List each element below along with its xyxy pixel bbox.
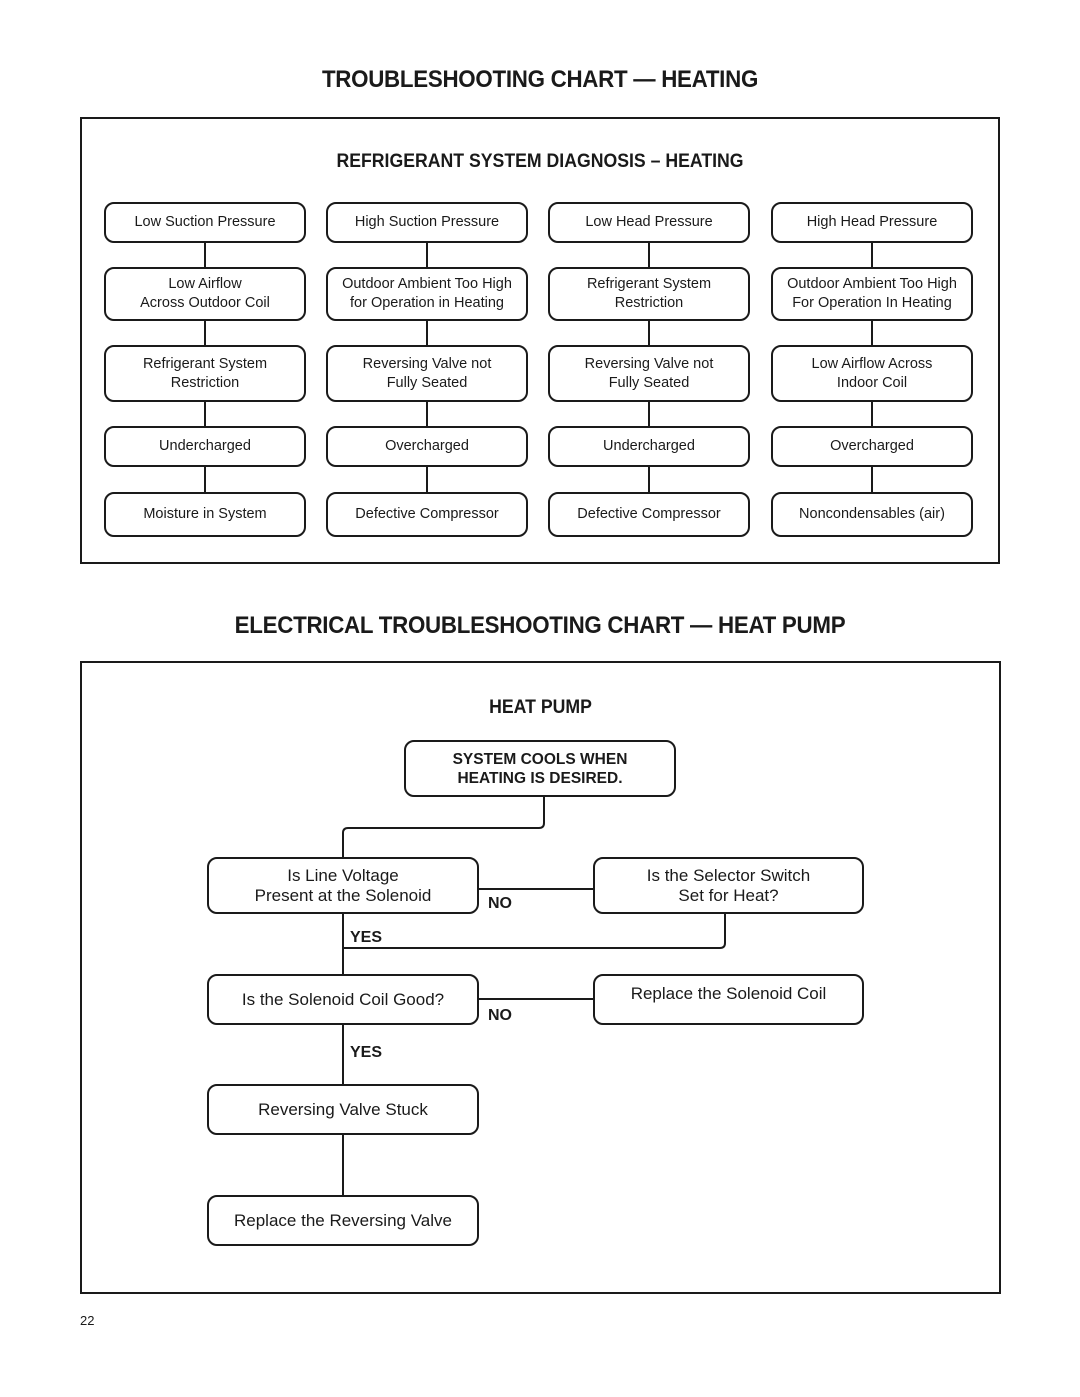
node-solenoid-coil-question: Is the Solenoid Coil Good? [207, 974, 479, 1025]
label-yes-solenoid-coil: YES [350, 1044, 383, 1061]
node-replace-reversing-valve: Replace the Reversing Valve [207, 1195, 479, 1246]
node-line-voltage-question: Is Line Voltage Present at the Solenoid [207, 857, 479, 914]
label-no-line-voltage: NO [488, 895, 512, 912]
page-number: 22 [80, 1313, 95, 1328]
heat-pump-connectors [342, 796, 726, 1196]
node-selector-switch-question: Is the Selector Switch Set for Heat? [593, 857, 864, 914]
label-no-solenoid-coil: NO [488, 1007, 512, 1024]
connector-start-to-line-voltage [342, 796, 545, 858]
node-replace-solenoid-coil: Replace the Solenoid Coil [593, 974, 864, 1025]
label-yes-line-voltage: YES [350, 929, 383, 946]
connector-selector-return [343, 913, 726, 949]
node-reversing-valve-stuck: Reversing Valve Stuck [207, 1084, 479, 1135]
node-system-cools-when-heating: SYSTEM COOLS WHEN HEATING IS DESIRED. [404, 740, 676, 797]
